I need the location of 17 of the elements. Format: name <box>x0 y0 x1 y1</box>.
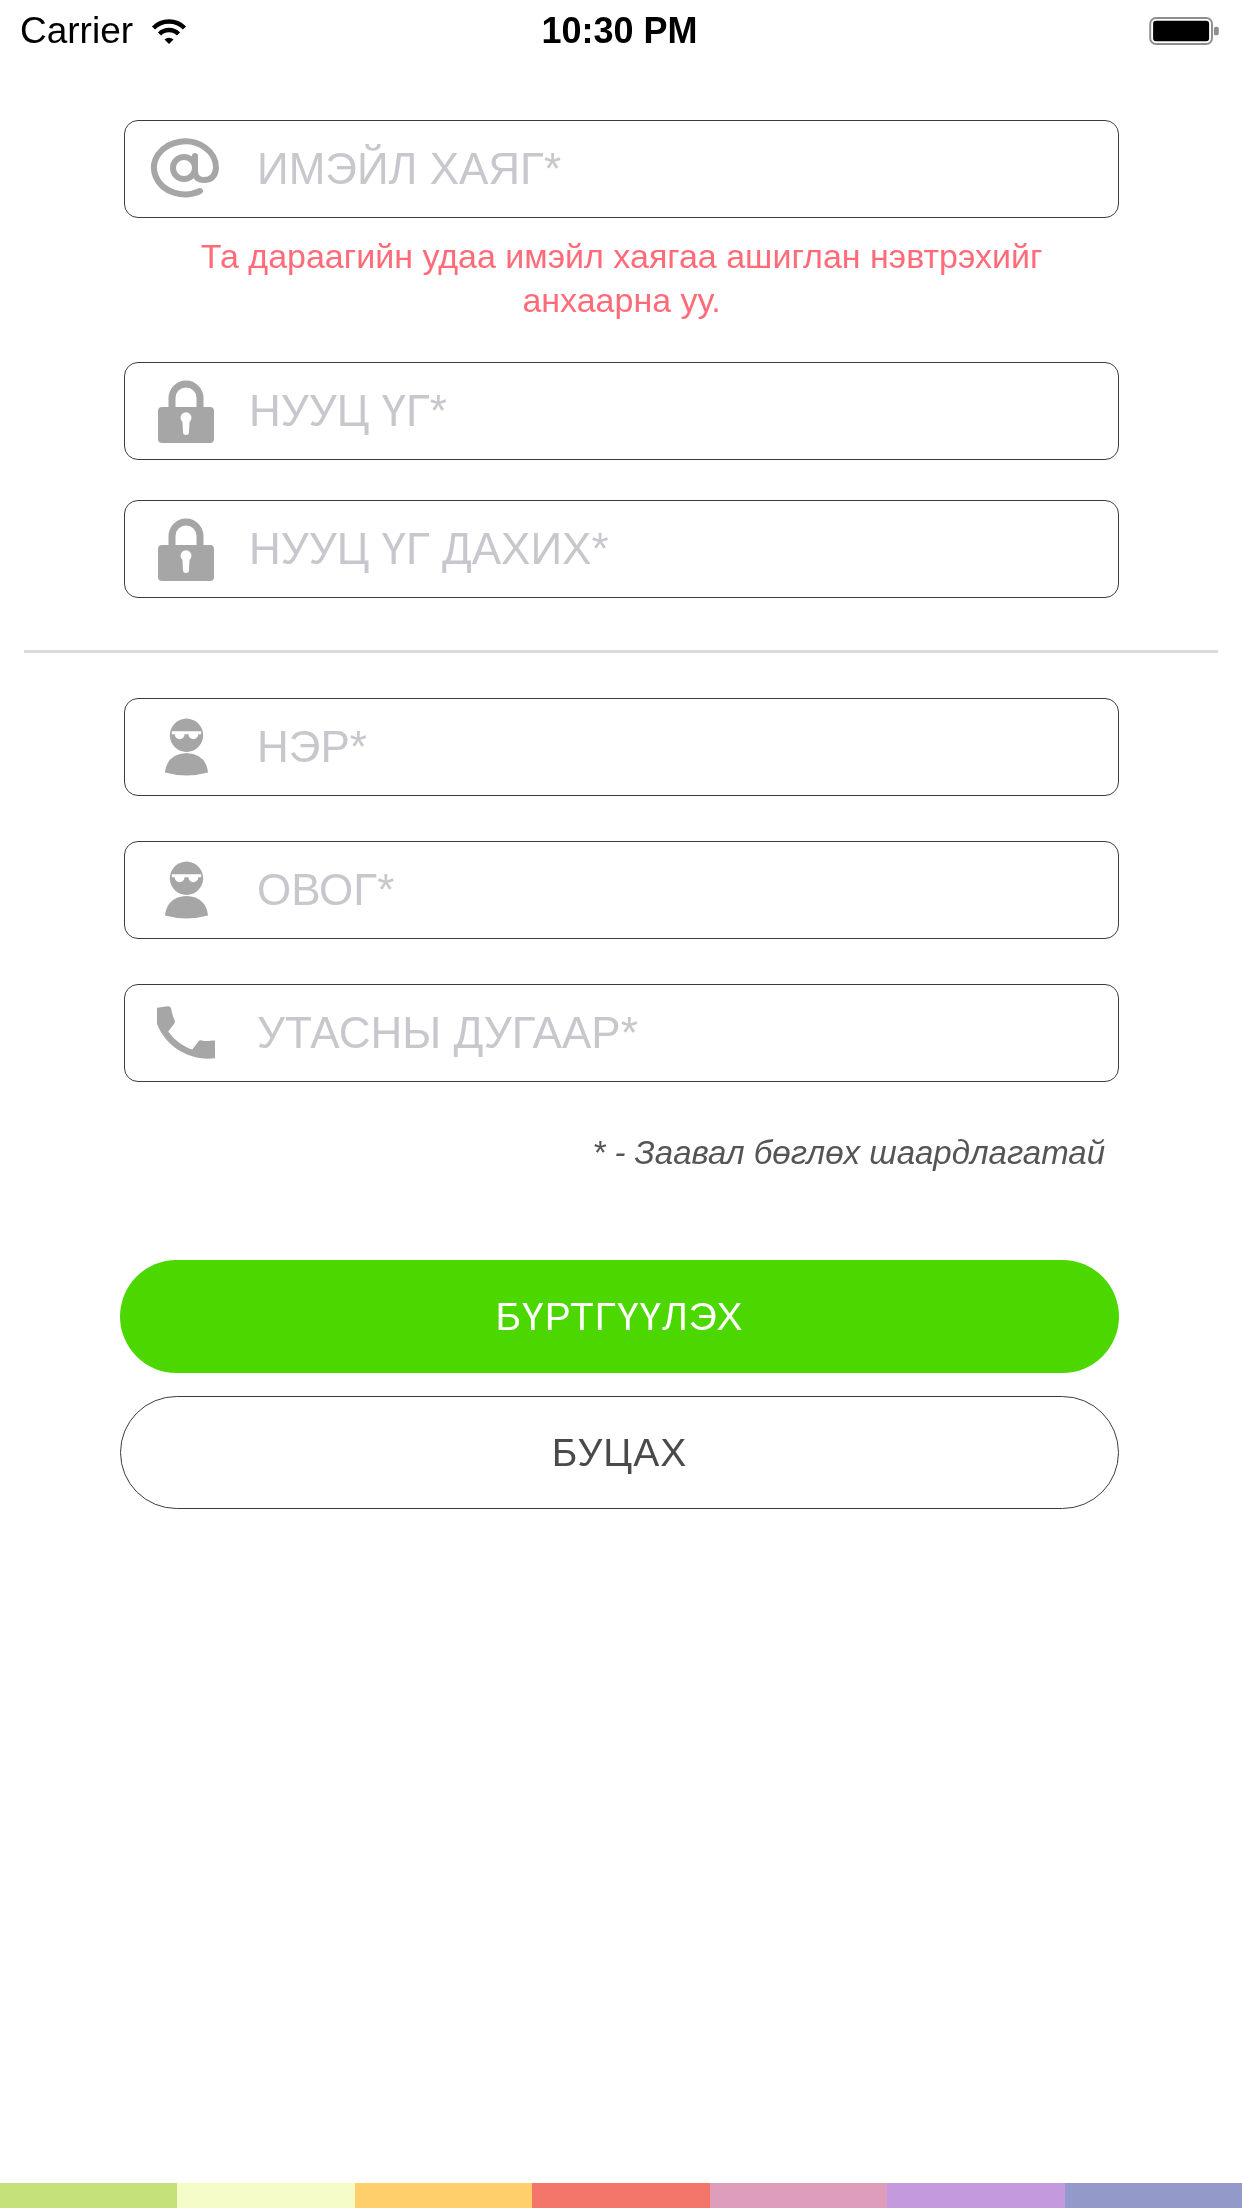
hint-text: Та дараагийн удаа имэйл хаягаа ашиглан нэвтрэхийг анхаарна уу. <box>199 236 1044 321</box>
clock-time: 10:30 PM <box>541 10 698 52</box>
battery-icon <box>1149 17 1219 45</box>
phone-field[interactable]: УТАСНЫ ДУГААР* <box>124 984 1119 1082</box>
carrier-name: Carrier <box>20 10 134 52</box>
name-field[interactable]: ОВОГ* <box>124 841 1119 939</box>
password-field[interactable]: НУУЦ ҮГ* <box>124 362 1119 460</box>
required-note: * - Заавал бөглөх шаардлагатай <box>592 1133 1105 1173</box>
at-sign-icon <box>150 138 222 200</box>
name-field[interactable]: НЭР* <box>124 698 1119 796</box>
lock-icon <box>158 379 214 443</box>
back-button[interactable]: БУЦАХ <box>120 1396 1119 1509</box>
wifi-icon <box>151 17 188 45</box>
phone-icon <box>157 1004 215 1062</box>
password-field[interactable]: НУУЦ ҮГ ДАХИХ* <box>124 500 1119 598</box>
lock-icon <box>158 517 214 581</box>
email-field[interactable]: ИМЭЙЛ ХАЯГ* <box>124 120 1119 218</box>
